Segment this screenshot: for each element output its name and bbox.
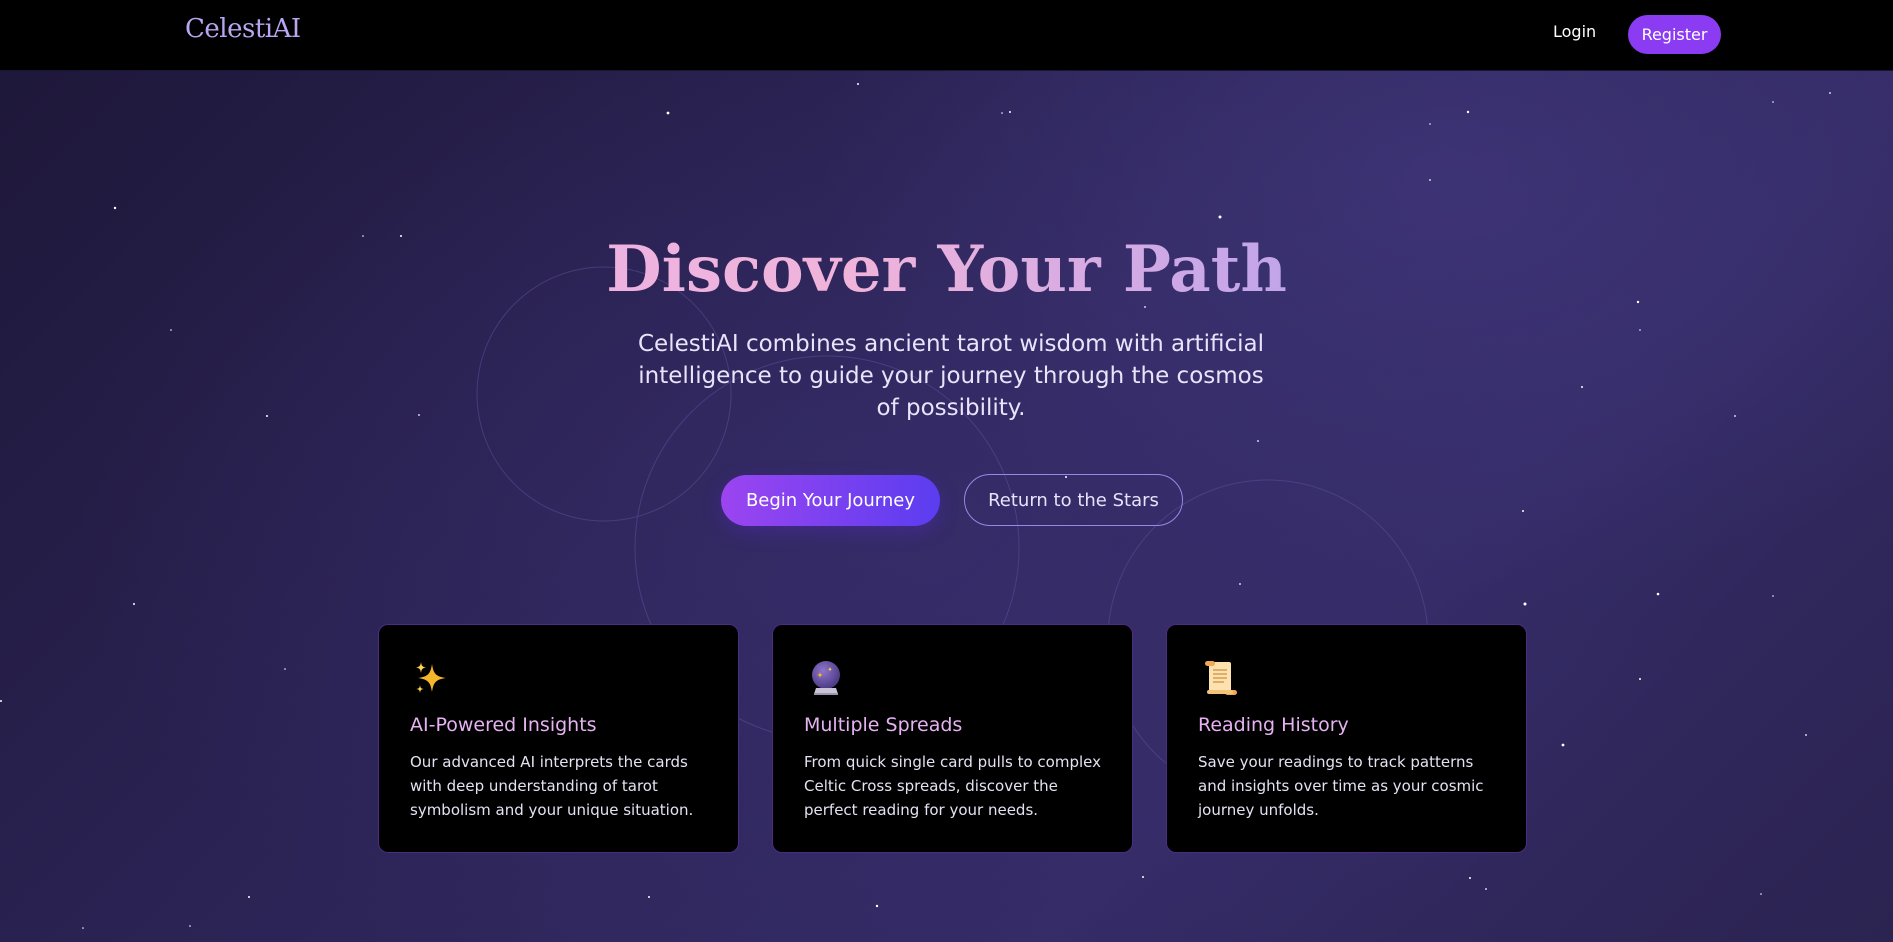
scroll-icon (1200, 658, 1240, 698)
feature-card-reading-history: Reading History Save your readings to tr… (1166, 624, 1527, 853)
app-logo[interactable]: CelestiAI (185, 14, 301, 44)
return-to-stars-button[interactable]: Return to the Stars (964, 474, 1183, 526)
feature-description: Our advanced AI interprets the cards wit… (410, 753, 694, 819)
feature-card-ai-insights: AI-Powered Insights Our advanced AI inte… (378, 624, 739, 853)
top-navbar: CelestiAI Login Register (0, 0, 1893, 71)
feature-description: Save your readings to track patterns and… (1198, 753, 1484, 819)
hero-subtitle: CelestiAI combines ancient tarot wisdom … (638, 331, 1264, 421)
crystal-ball-icon (806, 658, 846, 698)
register-button[interactable]: Register (1628, 15, 1721, 54)
feature-title: AI-Powered Insights (410, 714, 597, 736)
feature-title: Multiple Spreads (804, 714, 963, 736)
login-link[interactable]: Login (1553, 22, 1596, 41)
feature-description: From quick single card pulls to complex … (804, 753, 1101, 819)
sparkles-icon (412, 658, 452, 698)
hero-title: Discover Your Path (0, 228, 1893, 312)
feature-title: Reading History (1198, 714, 1349, 736)
begin-journey-button[interactable]: Begin Your Journey (721, 475, 940, 526)
feature-card-multiple-spreads: Multiple Spreads From quick single card … (772, 624, 1133, 853)
